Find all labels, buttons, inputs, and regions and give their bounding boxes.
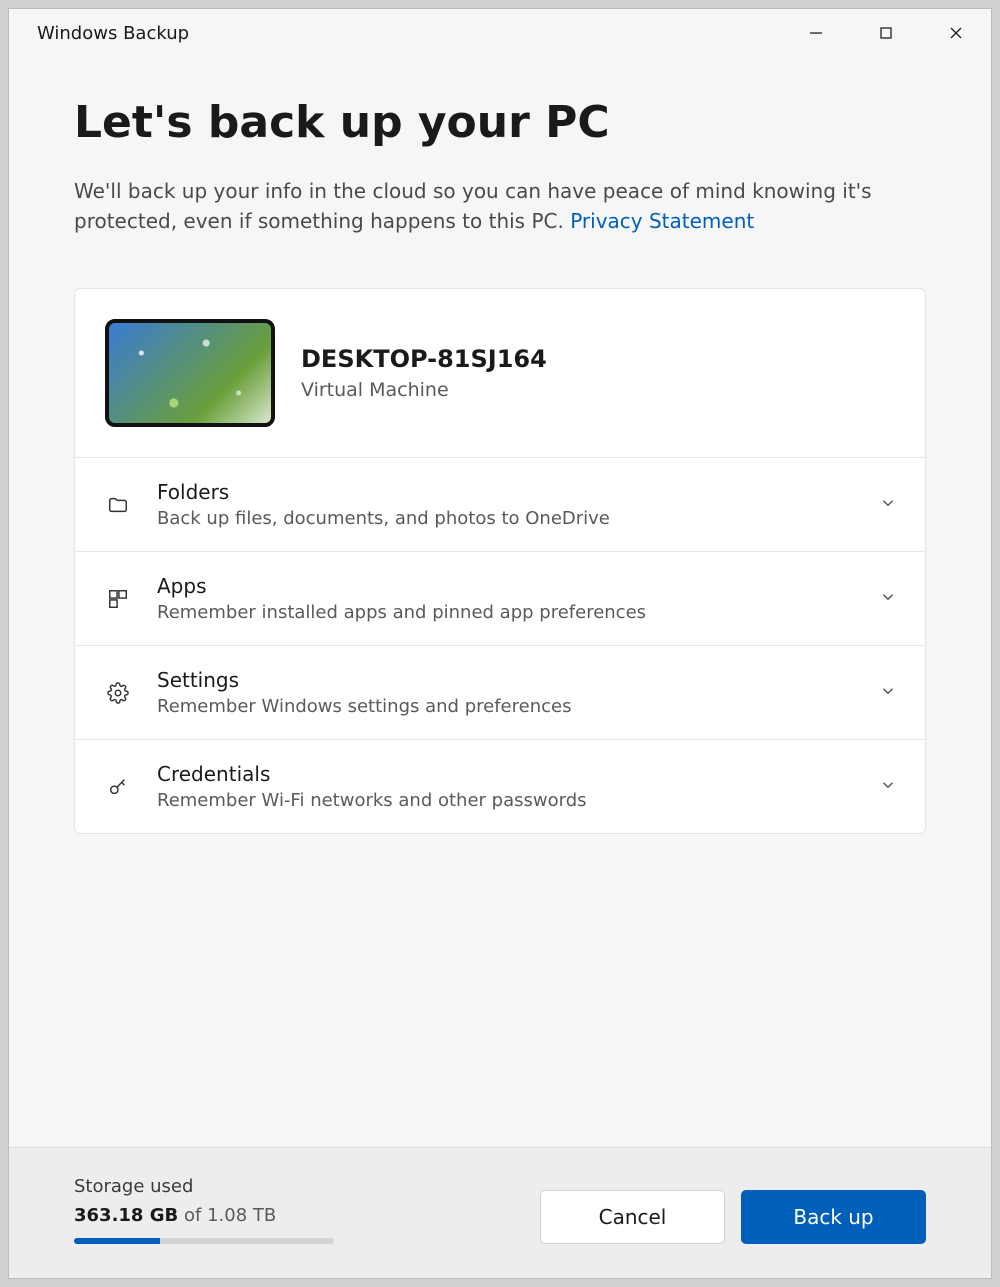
item-subtitle: Remember installed apps and pinned app p… <box>157 602 853 623</box>
window: Windows Backup Let's back up your PC We'… <box>8 8 992 1279</box>
titlebar: Windows Backup <box>9 9 991 57</box>
storage-of: of <box>184 1205 201 1226</box>
storage-section: Storage used 363.18 GB of 1.08 TB <box>74 1176 334 1244</box>
item-title: Settings <box>157 668 853 692</box>
window-controls <box>781 9 991 57</box>
device-thumbnail <box>105 319 275 427</box>
maximize-icon <box>879 26 893 40</box>
item-folders[interactable]: Folders Back up files, documents, and ph… <box>75 458 925 552</box>
chevron-down-icon <box>879 682 897 704</box>
device-type: Virtual Machine <box>301 379 547 401</box>
item-settings[interactable]: Settings Remember Windows settings and p… <box>75 646 925 740</box>
content: Let's back up your PC We'll back up your… <box>9 57 991 1147</box>
device-info: DESKTOP-81SJ164 Virtual Machine <box>301 345 547 401</box>
item-title: Credentials <box>157 762 853 786</box>
maximize-button[interactable] <box>851 9 921 57</box>
privacy-link[interactable]: Privacy Statement <box>570 209 754 233</box>
cancel-button[interactable]: Cancel <box>540 1190 725 1244</box>
minimize-icon <box>808 25 824 41</box>
item-title: Folders <box>157 480 853 504</box>
footer-buttons: Cancel Back up <box>540 1190 926 1244</box>
storage-label: Storage used <box>74 1176 334 1197</box>
device-row: DESKTOP-81SJ164 Virtual Machine <box>75 289 925 458</box>
folder-icon <box>105 494 131 516</box>
window-title: Windows Backup <box>37 23 781 44</box>
storage-total: 1.08 TB <box>207 1205 276 1226</box>
close-icon <box>948 25 964 41</box>
item-subtitle: Back up files, documents, and photos to … <box>157 508 853 529</box>
chevron-down-icon <box>879 588 897 610</box>
device-name: DESKTOP-81SJ164 <box>301 345 547 373</box>
chevron-down-icon <box>879 776 897 798</box>
item-text: Folders Back up files, documents, and ph… <box>157 480 853 529</box>
footer: Storage used 363.18 GB of 1.08 TB Cancel… <box>9 1147 991 1278</box>
item-subtitle: Remember Wi-Fi networks and other passwo… <box>157 790 853 811</box>
storage-values: 363.18 GB of 1.08 TB <box>74 1205 334 1226</box>
storage-progress <box>74 1238 334 1244</box>
item-credentials[interactable]: Credentials Remember Wi-Fi networks and … <box>75 740 925 833</box>
item-apps[interactable]: Apps Remember installed apps and pinned … <box>75 552 925 646</box>
backup-card: DESKTOP-81SJ164 Virtual Machine Folders … <box>74 288 926 834</box>
storage-used: 363.18 GB <box>74 1205 178 1226</box>
gear-icon <box>105 682 131 704</box>
item-subtitle: Remember Windows settings and preference… <box>157 696 853 717</box>
page-title: Let's back up your PC <box>74 97 926 148</box>
chevron-down-icon <box>879 494 897 516</box>
page-description: We'll back up your info in the cloud so … <box>74 176 926 236</box>
apps-icon <box>105 588 131 610</box>
item-text: Apps Remember installed apps and pinned … <box>157 574 853 623</box>
key-icon <box>105 776 131 798</box>
storage-progress-fill <box>74 1238 160 1244</box>
minimize-button[interactable] <box>781 9 851 57</box>
item-text: Settings Remember Windows settings and p… <box>157 668 853 717</box>
backup-button[interactable]: Back up <box>741 1190 926 1244</box>
item-text: Credentials Remember Wi-Fi networks and … <box>157 762 853 811</box>
item-title: Apps <box>157 574 853 598</box>
close-button[interactable] <box>921 9 991 57</box>
